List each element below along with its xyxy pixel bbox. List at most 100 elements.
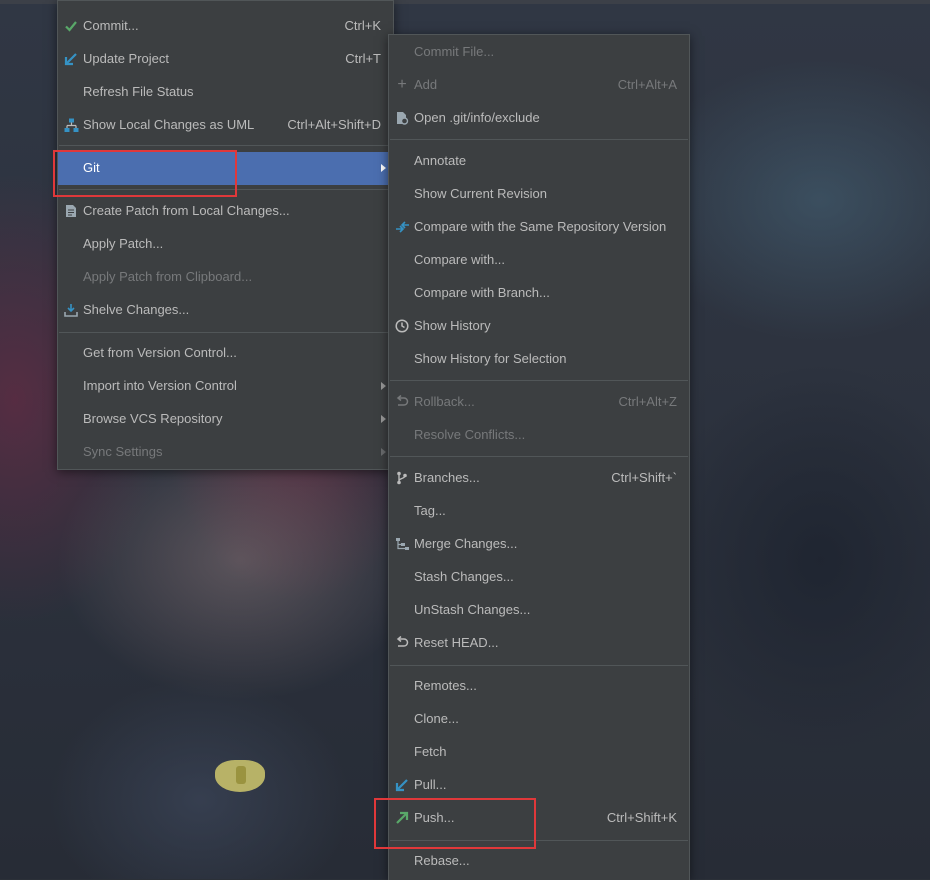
- menu-item-sync-settings[interactable]: Sync Settings: [58, 436, 393, 469]
- menu-separator: [390, 139, 688, 140]
- menu-item-label: Create Patch from Local Changes...: [83, 203, 290, 218]
- menu-item-label: Open .git/info/exclude: [414, 110, 540, 125]
- pull-arrow-icon: [394, 777, 410, 793]
- menu-item-label: Show Current Revision: [414, 186, 547, 201]
- menu-item-refresh-file-status[interactable]: Refresh File Status: [58, 76, 393, 109]
- git-item-show-current-revision[interactable]: Show Current Revision: [389, 178, 689, 211]
- menu-item-label: Browse VCS Repository: [83, 411, 223, 426]
- git-item-branches[interactable]: Branches... Ctrl+Shift+`: [389, 462, 689, 495]
- menu-item-label: Remotes...: [414, 678, 477, 693]
- green-check-icon: [63, 18, 79, 34]
- git-item-clone[interactable]: Clone...: [389, 703, 689, 736]
- menu-item-label: Refresh File Status: [83, 84, 194, 99]
- git-item-stash-changes[interactable]: Stash Changes...: [389, 561, 689, 594]
- menu-item-shelve-changes[interactable]: Shelve Changes...: [58, 294, 393, 327]
- git-item-show-history[interactable]: Show History: [389, 310, 689, 343]
- branch-icon: [394, 470, 410, 486]
- menu-separator: [390, 456, 688, 457]
- menu-item-label: Compare with the Same Repository Version: [414, 219, 667, 234]
- menu-item-import-into-vcs[interactable]: Import into Version Control: [58, 370, 393, 403]
- menu-item-label: Clone...: [414, 711, 459, 726]
- clock-icon: [394, 318, 410, 334]
- menu-item-label: Get from Version Control...: [83, 345, 237, 360]
- menu-item-create-patch[interactable]: Create Patch from Local Changes...: [58, 195, 393, 228]
- menu-item-shortcut: Ctrl+Alt+Z: [618, 394, 677, 409]
- menu-item-label: Push...: [414, 810, 455, 825]
- menu-separator: [59, 332, 392, 333]
- menu-item-apply-patch[interactable]: Apply Patch...: [58, 228, 393, 261]
- diagram-icon: [63, 117, 79, 133]
- submenu-arrow-icon: [381, 382, 386, 390]
- menu-item-label: Show History for Selection: [414, 351, 567, 366]
- menu-item-commit[interactable]: Commit... Ctrl+K: [58, 10, 393, 43]
- background-bow-knot: [236, 766, 246, 784]
- menu-item-shortcut: Ctrl+Shift+`: [611, 470, 677, 485]
- git-item-compare-with-branch[interactable]: Compare with Branch...: [389, 277, 689, 310]
- git-item-tag[interactable]: Tag...: [389, 495, 689, 528]
- patch-file-icon: [63, 203, 79, 219]
- menu-separator: [390, 840, 688, 841]
- git-item-pull[interactable]: Pull...: [389, 769, 689, 802]
- menu-item-label: Commit File...: [414, 44, 495, 59]
- git-item-reset-head[interactable]: Reset HEAD...: [389, 627, 689, 660]
- submenu-arrow-icon: [381, 415, 386, 423]
- menu-item-label: Compare with Branch...: [414, 285, 550, 300]
- git-item-commit-file[interactable]: Commit File...: [389, 36, 689, 69]
- menu-item-label: Branches...: [414, 470, 480, 485]
- menu-item-label: Show Local Changes as UML: [83, 117, 255, 132]
- menu-item-git[interactable]: Git: [58, 152, 393, 185]
- rollback-icon: [394, 394, 410, 410]
- menu-item-label: Apply Patch...: [83, 236, 164, 251]
- git-item-annotate[interactable]: Annotate: [389, 145, 689, 178]
- menu-item-label: Resolve Conflicts...: [414, 427, 526, 442]
- menu-item-label: Pull...: [414, 777, 447, 792]
- menu-item-label: Merge Changes...: [414, 536, 518, 551]
- compare-arrows-icon: [394, 219, 410, 235]
- menu-item-show-local-changes-uml[interactable]: Show Local Changes as UML Ctrl+Alt+Shift…: [58, 109, 393, 142]
- menu-item-label: Apply Patch from Clipboard...: [83, 269, 253, 284]
- menu-item-shortcut: Ctrl+Alt+A: [617, 77, 677, 92]
- git-submenu: Commit File... + Add Ctrl+Alt+A Open .gi…: [388, 34, 690, 880]
- menu-item-shortcut: Ctrl+T: [345, 51, 381, 66]
- git-item-compare-with[interactable]: Compare with...: [389, 244, 689, 277]
- shelve-icon: [63, 302, 79, 318]
- git-item-add[interactable]: + Add Ctrl+Alt+A: [389, 69, 689, 102]
- git-item-unstash-changes[interactable]: UnStash Changes...: [389, 594, 689, 627]
- submenu-arrow-icon: [381, 164, 386, 172]
- git-item-show-history-selection[interactable]: Show History for Selection: [389, 343, 689, 376]
- menu-item-label: Reset HEAD...: [414, 635, 499, 650]
- menu-item-label: Annotate: [414, 153, 467, 168]
- git-item-resolve-conflicts[interactable]: Resolve Conflicts...: [389, 419, 689, 452]
- reset-icon: [394, 635, 410, 651]
- menu-item-label: Rebase...: [414, 853, 470, 868]
- git-item-compare-same-repo-version[interactable]: Compare with the Same Repository Version: [389, 211, 689, 244]
- merge-icon: [394, 536, 410, 552]
- menu-item-label: Tag...: [414, 503, 446, 518]
- menu-item-apply-patch-clipboard[interactable]: Apply Patch from Clipboard...: [58, 261, 393, 294]
- menu-separator: [390, 665, 688, 666]
- git-item-remotes[interactable]: Remotes...: [389, 670, 689, 703]
- submenu-arrow-icon: [381, 448, 386, 456]
- menu-item-shortcut: Ctrl+K: [344, 18, 381, 33]
- git-item-fetch[interactable]: Fetch: [389, 736, 689, 769]
- push-arrow-icon: [394, 810, 410, 826]
- menu-item-label: Show History: [414, 318, 491, 333]
- menu-item-label: Sync Settings: [83, 444, 163, 459]
- git-item-rollback[interactable]: Rollback... Ctrl+Alt+Z: [389, 386, 689, 419]
- git-item-rebase[interactable]: Rebase...: [389, 845, 689, 878]
- git-item-open-exclude[interactable]: Open .git/info/exclude: [389, 102, 689, 135]
- git-item-push[interactable]: Push... Ctrl+Shift+K: [389, 802, 689, 835]
- menu-item-shortcut: Ctrl+Alt+Shift+D: [287, 117, 381, 132]
- menu-item-get-from-vcs[interactable]: Get from Version Control...: [58, 337, 393, 370]
- menu-item-label: Commit...: [83, 18, 139, 33]
- menu-separator: [59, 189, 392, 190]
- menu-item-label: Add: [414, 77, 438, 92]
- git-item-merge-changes[interactable]: Merge Changes...: [389, 528, 689, 561]
- file-settings-icon: [394, 110, 410, 126]
- menu-item-update-project[interactable]: Update Project Ctrl+T: [58, 43, 393, 76]
- menu-item-label: Shelve Changes...: [83, 302, 190, 317]
- menu-item-shortcut: Ctrl+Shift+K: [606, 810, 677, 825]
- menu-item-label: Compare with...: [414, 252, 506, 267]
- menu-item-browse-vcs-repository[interactable]: Browse VCS Repository: [58, 403, 393, 436]
- menu-item-label: Update Project: [83, 51, 169, 66]
